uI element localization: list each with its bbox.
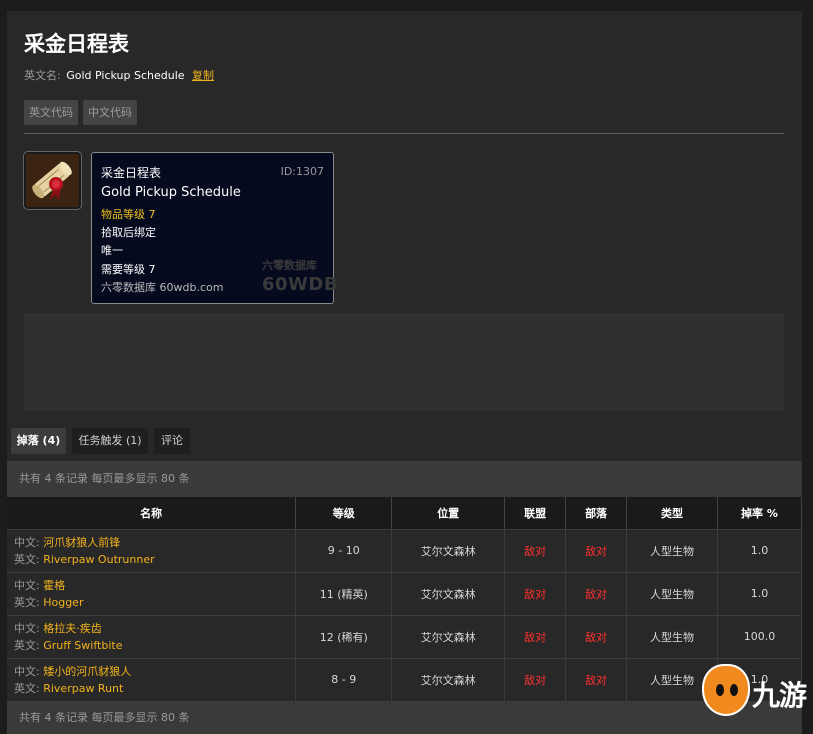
cn-prefix: 中文: — [14, 535, 40, 549]
model-viewer-area — [24, 313, 784, 410]
drop-rate-cell: 100.0 — [717, 614, 803, 658]
tooltip-required-level: 需要等级 7 — [101, 263, 156, 276]
column-header-type[interactable]: 类型 — [626, 497, 718, 529]
alliance-cell: 敌对 — [504, 571, 567, 615]
column-header-alliance[interactable]: 联盟 — [504, 497, 567, 529]
horde-cell: 敌对 — [565, 528, 628, 572]
divider — [24, 133, 784, 134]
tab-drops[interactable]: 掉落 (4) — [11, 428, 66, 454]
en-prefix: 英文: — [14, 681, 40, 695]
copy-link[interactable]: 复制 — [192, 69, 214, 82]
location-cell: 艾尔文森林 — [391, 528, 506, 572]
level-cell: 8 - 9 — [295, 657, 393, 701]
tooltip-item-level: 物品等级 7 — [101, 208, 156, 221]
cn-prefix: 中文: — [14, 578, 40, 592]
cn-prefix: 中文: — [14, 664, 40, 678]
tooltip-item-name: 采金日程表 — [101, 166, 162, 180]
drop-rate-cell: 1.0 — [717, 571, 803, 615]
type-cell: 人型生物 — [626, 528, 718, 572]
record-summary-bottom: 共有 4 条记录 每页最多显示 80 条 — [7, 701, 802, 734]
horde-cell: 敌对 — [565, 571, 628, 615]
column-header-drop-rate[interactable]: 掉率 % — [717, 497, 803, 529]
watermark-text: 六零数据库 — [262, 259, 317, 272]
npc-name-cell: 中文: 矮小的河爪豺狼人 英文: Riverpaw Runt — [7, 657, 297, 701]
logo-text: 九游 — [752, 679, 807, 712]
alliance-cell: 敌对 — [504, 614, 567, 658]
column-header-level[interactable]: 等级 — [295, 497, 393, 529]
en-prefix: 英文: — [14, 595, 40, 609]
alliance-cell: 敌对 — [504, 528, 567, 572]
jiuyou-logo: 九游 — [702, 662, 813, 722]
tooltip-unique: 唯一 — [101, 244, 123, 257]
npc-name-cn-link[interactable]: 矮小的河爪豺狼人 — [43, 665, 131, 678]
horde-cell: 敌对 — [565, 657, 628, 701]
npc-name-en-link[interactable]: Riverpaw Outrunner — [43, 553, 154, 566]
column-header-location[interactable]: 位置 — [391, 497, 506, 529]
english-code-button[interactable]: 英文代码 — [24, 100, 78, 125]
npc-name-cn-link[interactable]: 河爪豺狼人前锋 — [43, 536, 120, 549]
tooltip-item-id: ID:1307 — [280, 165, 324, 178]
table-row: 中文: 矮小的河爪豺狼人 英文: Riverpaw Runt 8 - 9 艾尔文… — [7, 657, 803, 701]
tooltip-site-credit: 六零数据库 60wdb.com — [101, 281, 224, 294]
en-prefix: 英文: — [14, 638, 40, 652]
drops-table: 名称 等级 位置 联盟 部落 类型 掉率 % 中文: 河爪豺狼人前锋 英文: R… — [7, 497, 803, 701]
tab-comments[interactable]: 评论 — [154, 428, 190, 454]
english-name-row: 英文名: Gold Pickup Schedule 复制 — [24, 67, 214, 83]
page-title: 采金日程表 — [24, 32, 129, 56]
tooltip-item-english-name: Gold Pickup Schedule — [101, 185, 241, 200]
npc-name-cell: 中文: 霍格 英文: Hogger — [7, 571, 297, 615]
tab-quest-trigger[interactable]: 任务触发 (1) — [72, 428, 148, 454]
location-cell: 艾尔文森林 — [391, 657, 506, 701]
npc-name-en-link[interactable]: Riverpaw Runt — [43, 682, 123, 695]
npc-name-en-link[interactable]: Gruff Swiftbite — [43, 639, 122, 652]
location-cell: 艾尔文森林 — [391, 571, 506, 615]
column-header-horde[interactable]: 部落 — [565, 497, 628, 529]
en-prefix: 英文: — [14, 552, 40, 566]
watermark-logo: 60WDB — [262, 274, 339, 295]
level-cell: 11 (精英) — [295, 571, 393, 615]
english-name-value: Gold Pickup Schedule — [66, 69, 185, 82]
table-row: 中文: 霍格 英文: Hogger 11 (精英) 艾尔文森林 敌对 敌对 人型… — [7, 571, 803, 615]
npc-name-cell: 中文: 河爪豺狼人前锋 英文: Riverpaw Outrunner — [7, 528, 297, 572]
npc-name-cn-link[interactable]: 霍格 — [43, 579, 65, 592]
table-row: 中文: 河爪豺狼人前锋 英文: Riverpaw Outrunner 9 - 1… — [7, 528, 803, 572]
scroll-icon[interactable] — [23, 151, 82, 210]
level-cell: 12 (稀有) — [295, 614, 393, 658]
location-cell: 艾尔文森林 — [391, 614, 506, 658]
horde-cell: 敌对 — [565, 614, 628, 658]
type-cell: 人型生物 — [626, 614, 718, 658]
table-row: 中文: 格拉夫·疾齿 英文: Gruff Swiftbite 12 (稀有) 艾… — [7, 614, 803, 658]
column-header-name[interactable]: 名称 — [7, 497, 297, 529]
drop-rate-cell: 1.0 — [717, 528, 803, 572]
mascot-icon — [702, 664, 750, 716]
record-summary-top: 共有 4 条记录 每页最多显示 80 条 — [7, 461, 802, 497]
npc-name-cell: 中文: 格拉夫·疾齿 英文: Gruff Swiftbite — [7, 614, 297, 658]
tooltip-bind-type: 拾取后绑定 — [101, 226, 156, 239]
npc-name-cn-link[interactable]: 格拉夫·疾齿 — [43, 622, 102, 635]
item-tooltip: 采金日程表 ID:1307 Gold Pickup Schedule 物品等级 … — [91, 152, 338, 304]
table-header-row: 名称 等级 位置 联盟 部落 类型 掉率 % — [7, 497, 803, 529]
level-cell: 9 - 10 — [295, 528, 393, 572]
english-name-label: 英文名: — [24, 69, 61, 82]
chinese-code-button[interactable]: 中文代码 — [83, 100, 137, 125]
cn-prefix: 中文: — [14, 621, 40, 635]
type-cell: 人型生物 — [626, 571, 718, 615]
npc-name-en-link[interactable]: Hogger — [43, 596, 83, 609]
alliance-cell: 敌对 — [504, 657, 567, 701]
